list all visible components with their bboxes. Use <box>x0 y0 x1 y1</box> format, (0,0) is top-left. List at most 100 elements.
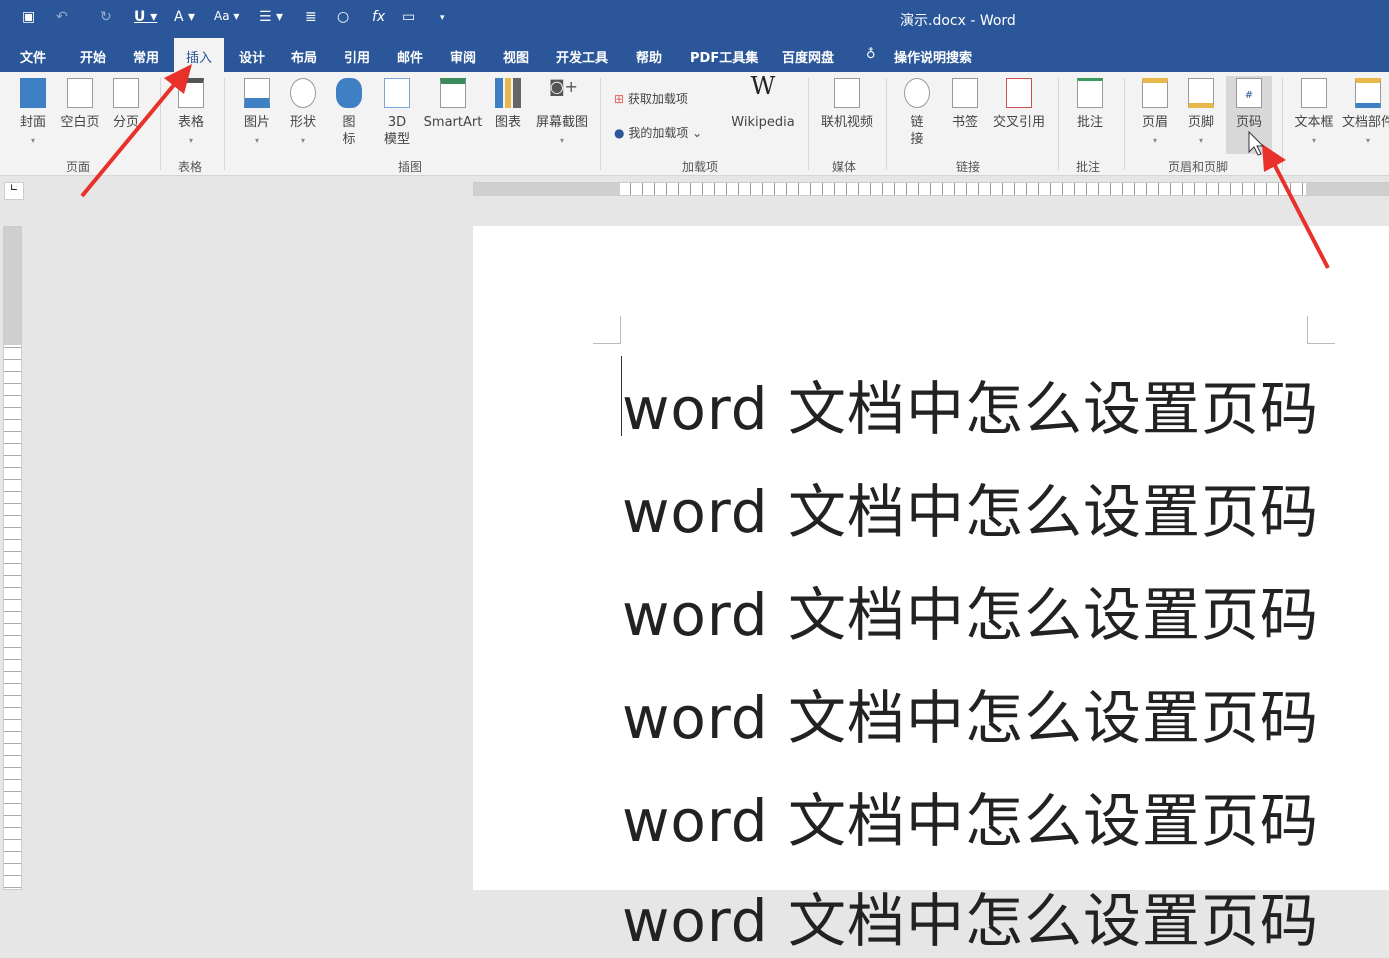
text-box-button[interactable]: 文本框 ▾ <box>1292 78 1336 149</box>
underline-icon[interactable]: U ▾ <box>134 9 157 25</box>
document-line[interactable]: word 文档中怎么设置页码 <box>622 774 1319 858</box>
align-icon[interactable]: ≣ <box>305 9 317 25</box>
circle-icon[interactable]: ○ <box>337 9 349 25</box>
page-number-icon: # <box>1236 78 1262 108</box>
picture-icon <box>244 78 270 108</box>
tab-file[interactable]: 文件 <box>20 47 46 66</box>
text-box-icon <box>1301 78 1327 108</box>
comment-icon <box>1077 78 1103 108</box>
smartart-icon <box>440 78 466 108</box>
document-line[interactable]: word 文档中怎么设置页码 <box>622 465 1319 549</box>
screen-clip-icon[interactable]: ▭ <box>402 9 415 25</box>
document-line[interactable]: word 文档中怎么设置页码 <box>622 362 1319 446</box>
document-line[interactable]: word 文档中怎么设置页码 <box>622 671 1319 755</box>
tab-baidu-netdisk[interactable]: 百度网盘 <box>782 47 834 66</box>
page-break-icon <box>113 78 139 108</box>
icons-icon <box>336 78 362 108</box>
redo-icon[interactable]: ↻ <box>100 9 112 25</box>
group-label-comments: 批注 <box>1076 160 1101 174</box>
cross-reference-button[interactable]: 交叉引用 <box>990 78 1048 131</box>
get-addins-button[interactable]: ⊞ 获取加载项 <box>614 90 688 107</box>
blank-page-icon <box>67 78 93 108</box>
tab-review[interactable]: 审阅 <box>450 47 476 66</box>
table-icon <box>178 78 204 108</box>
3d-models-button[interactable]: 3D 模型 <box>380 78 414 148</box>
formula-icon[interactable]: fx <box>372 9 385 25</box>
title-bar: ▣ ↶ ↻ U ▾ A ▾ Aa ▾ ☰ ▾ ≣ ○ fx ▭ ▾ 演示.doc… <box>0 0 1389 38</box>
font-color-icon[interactable]: A ▾ <box>174 9 195 25</box>
group-label-tables: 表格 <box>178 160 203 174</box>
bullets-icon[interactable]: ☰ ▾ <box>259 9 283 25</box>
header-icon <box>1142 78 1168 108</box>
group-label-media: 媒体 <box>832 160 857 174</box>
smartart-button[interactable]: SmartArt <box>422 78 484 131</box>
tab-references[interactable]: 引用 <box>344 47 370 66</box>
shapes-icon <box>290 78 316 108</box>
online-video-icon <box>834 78 860 108</box>
tab-view[interactable]: 视图 <box>503 47 529 66</box>
screenshot-button[interactable]: ◙+ 屏幕截图 ▾ <box>532 78 592 149</box>
online-video-button[interactable]: 联机视频 <box>816 78 878 131</box>
quick-parts-button[interactable]: 文档部件 ▾ <box>1340 78 1389 149</box>
tab-layout[interactable]: 布局 <box>291 47 317 66</box>
group-label-addins: 加载项 <box>682 160 719 174</box>
quick-parts-icon <box>1355 78 1381 108</box>
cover-page-button[interactable]: 封面 ▾ <box>14 78 52 149</box>
page-break-button[interactable]: 分页 <box>108 78 144 131</box>
lightbulb-icon: ♁ <box>866 47 876 62</box>
tab-common[interactable]: 常用 <box>133 47 159 66</box>
wikipedia-button[interactable]: W Wikipedia <box>730 72 796 131</box>
tab-home[interactable]: 开始 <box>80 47 106 66</box>
save-icon[interactable]: ▣ <box>22 9 35 25</box>
document-page[interactable]: word 文档中怎么设置页码 word 文档中怎么设置页码 word 文档中怎么… <box>473 226 1389 955</box>
comment-button[interactable]: 批注 <box>1070 78 1110 131</box>
change-case-icon[interactable]: Aa ▾ <box>214 9 239 23</box>
crop-mark <box>1307 316 1335 344</box>
chart-icon <box>495 78 521 108</box>
table-button[interactable]: 表格 ▾ <box>172 78 210 149</box>
tab-developer[interactable]: 开发工具 <box>556 47 608 66</box>
tab-help[interactable]: 帮助 <box>636 47 662 66</box>
vertical-ruler[interactable] <box>3 226 22 890</box>
camera-icon: ◙+ <box>549 77 578 96</box>
wikipedia-icon: W <box>750 72 776 100</box>
document-line[interactable]: word 文档中怎么设置页码 <box>622 568 1319 652</box>
chart-button[interactable]: 图表 <box>490 78 526 131</box>
store-icon: ⊞ <box>614 92 625 106</box>
cover-page-icon <box>20 78 46 108</box>
header-button[interactable]: 页眉 ▾ <box>1136 78 1174 149</box>
cross-reference-icon <box>1006 78 1032 108</box>
group-label-illustrations: 插图 <box>398 160 423 174</box>
my-addins-button[interactable]: ● 我的加载项 ⌄ <box>614 124 702 141</box>
horizontal-ruler[interactable] <box>473 182 1389 196</box>
ribbon: 封面 ▾ 空白页 分页 表格 ▾ 图片 ▾ 形状 ▾ 图 标 3D 模型 SmartAr… <box>0 72 1389 176</box>
link-icon <box>904 78 930 108</box>
icons-button[interactable]: 图 标 <box>334 78 364 148</box>
group-label-pages: 页面 <box>66 160 91 174</box>
document-line[interactable]: word 文档中怎么设置页码 <box>622 874 1319 958</box>
addin-icon: ● <box>614 126 625 140</box>
customize-icon[interactable]: ▾ <box>440 13 445 23</box>
group-label-links: 链接 <box>956 160 981 174</box>
tab-pdf-tools[interactable]: PDF工具集 <box>690 47 758 66</box>
group-label-header-footer: 页眉和页脚 <box>1168 160 1229 174</box>
crop-mark <box>593 316 621 344</box>
bookmark-icon <box>952 78 978 108</box>
tab-mailings[interactable]: 邮件 <box>397 47 423 66</box>
tab-design[interactable]: 设计 <box>239 47 265 66</box>
window-title: 演示.docx - Word <box>900 13 1016 29</box>
3d-cube-icon <box>384 78 410 108</box>
tab-insert[interactable]: 插入 <box>174 38 225 72</box>
link-button[interactable]: 链 接 <box>900 78 934 148</box>
footer-icon <box>1188 78 1214 108</box>
footer-button[interactable]: 页脚 ▾ <box>1182 78 1220 149</box>
tell-me-search[interactable]: 操作说明搜索 <box>894 47 972 66</box>
pictures-button[interactable]: 图片 ▾ <box>238 78 276 149</box>
blank-page-button[interactable]: 空白页 <box>58 78 102 131</box>
shapes-button[interactable]: 形状 ▾ <box>284 78 322 149</box>
page-number-button[interactable]: # 页码 <box>1226 76 1272 154</box>
bookmark-button[interactable]: 书签 <box>946 78 984 131</box>
ribbon-tabs: 文件 开始 常用 插入 设计 布局 引用 邮件 审阅 视图 开发工具 帮助 PD… <box>0 38 1389 72</box>
undo-icon[interactable]: ↶ <box>56 9 68 25</box>
tab-stop-selector[interactable]: ∟ <box>4 182 24 200</box>
